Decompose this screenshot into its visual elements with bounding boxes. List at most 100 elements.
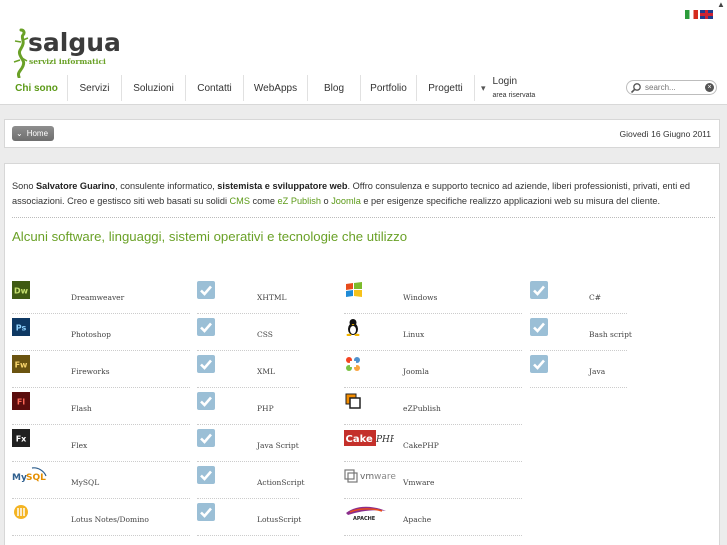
technology-label: C# [589,293,602,302]
svg-text:PHP: PHP [375,435,394,445]
scroll-up-arrow-icon[interactable]: ▲ [716,0,726,10]
svg-text:Fl: Fl [17,398,25,407]
nav-item-chi-sono[interactable]: Chi sono [6,75,68,101]
technology-label: Windows [403,293,438,302]
technology-item: XHTML [197,277,299,314]
windows-icon [344,281,362,299]
logo-text: salgua [28,28,121,57]
technology-item: Fl Flash [12,388,190,425]
intro-text: e per esigenze specifiche realizzo appli… [360,196,661,206]
check-icon [197,318,215,336]
technology-label: CakePHP [403,441,439,450]
cms-link[interactable]: CMS [230,196,250,206]
home-button[interactable]: ⌄ Home [12,126,54,141]
svg-text:Dw: Dw [14,287,29,296]
technology-label: Joomla [403,367,430,376]
technology-label: Photoshop [71,330,111,339]
svg-text:Cake: Cake [346,434,373,445]
technology-item: Fw Fireworks [12,351,190,388]
technology-label: Java [589,367,606,376]
nav-item-servizi[interactable]: Servizi [68,75,122,101]
technology-label: Java Script [257,441,299,450]
apache-icon: APACHE [344,503,386,522]
fireworks-icon: Fw [12,355,30,373]
flash-icon: Fl [12,392,30,410]
nav-item-blog[interactable]: Blog [308,75,361,101]
technology-item: vm ware Vmware [344,462,522,499]
login-menu[interactable]: ▾ Login area riservata [475,75,535,101]
login-label: Login [492,75,517,87]
technology-label: Vmware [403,478,435,487]
svg-text:My: My [12,473,27,483]
main-nav: Chi sono Servizi Soluzioni Contatti WebA… [6,74,535,102]
chevron-down-icon: ▾ [481,82,486,93]
mysql-icon: My SQL [12,466,47,484]
svg-text:Ps: Ps [16,324,27,333]
check-icon [530,281,548,299]
intro-name: Salvatore Guarino [36,181,116,191]
technology-item: Linux [344,314,522,351]
intro-text: come [249,196,278,206]
flex-icon: Fx [12,429,30,447]
breadcrumb-bar: ⌄ Home Giovedì 16 Giugno 2011 [4,119,720,148]
technology-item: Fx Flex [12,425,190,462]
clear-search-icon[interactable]: × [705,83,714,92]
italian-flag-icon[interactable] [685,10,698,19]
nav-item-soluzioni[interactable]: Soluzioni [122,75,186,101]
home-label: Home [26,129,49,138]
check-icon [197,355,215,373]
check-icon [530,355,548,373]
technology-label: PHP [257,404,274,413]
check-icon [197,503,215,521]
technology-label: Dreamweaver [71,293,125,302]
technology-label: Lotus Notes/Domino [71,515,149,524]
svg-text:SQL: SQL [26,473,46,483]
search-input[interactable] [642,83,703,92]
technology-item: Bash script [530,314,632,351]
cakephp-icon: Cake PHP [344,429,397,447]
nav-item-progetti[interactable]: Progetti [417,75,475,101]
intro-paragraph: Sono Salvatore Guarino, consulente infor… [12,179,712,209]
vmware-icon: vm ware [344,466,396,484]
ezpublish-icon [344,392,362,410]
logo-subtitle: servizi informatici [29,57,106,66]
technology-item: Dw Dreamweaver [12,277,190,314]
technology-item: APACHE Apache [344,499,522,536]
nav-item-webapps[interactable]: WebApps [244,75,308,101]
svg-text:Fw: Fw [15,361,28,370]
technology-item: My SQL MySQL [12,462,190,499]
technology-item: eZPublish [344,388,522,425]
english-flag-icon[interactable] [700,10,713,19]
technology-item: Cake PHP CakePHP [344,425,522,462]
technology-item: Ps Photoshop [12,314,190,351]
nav-item-portfolio[interactable]: Portfolio [361,75,417,101]
technology-item: LotusScript [197,499,301,536]
ezpublish-link[interactable]: eZ Publish [278,196,321,206]
check-icon [197,429,215,447]
svg-text:vm: vm [360,472,374,482]
technology-label: XHTML [257,293,287,302]
technology-item: Lotus Notes/Domino [12,499,190,536]
technology-item: ActionScript [197,462,305,499]
technology-item: PHP [197,388,299,425]
check-icon [197,392,215,410]
search-box: × [626,80,717,95]
main-content: Sono Salvatore Guarino, consulente infor… [4,163,720,545]
nav-item-contatti[interactable]: Contatti [186,75,244,101]
technology-label: Flash [71,404,92,413]
technology-label: Fireworks [71,367,110,376]
technology-item: XML [197,351,299,388]
search-icon [630,82,641,93]
technology-item: Joomla [344,351,522,388]
technology-label: eZPublish [403,404,441,413]
linux-icon [344,318,362,337]
technology-label: Linux [403,330,425,339]
check-icon [197,466,215,484]
dreamweaver-icon: Dw [12,281,30,299]
section-title: Alcuni software, linguaggi, sistemi oper… [12,229,408,244]
technology-label: Flex [71,441,88,450]
technology-label: Bash script [589,330,632,339]
joomla-icon [344,355,362,373]
joomla-link[interactable]: Joomla [331,196,361,206]
technology-item: Java [530,351,627,388]
